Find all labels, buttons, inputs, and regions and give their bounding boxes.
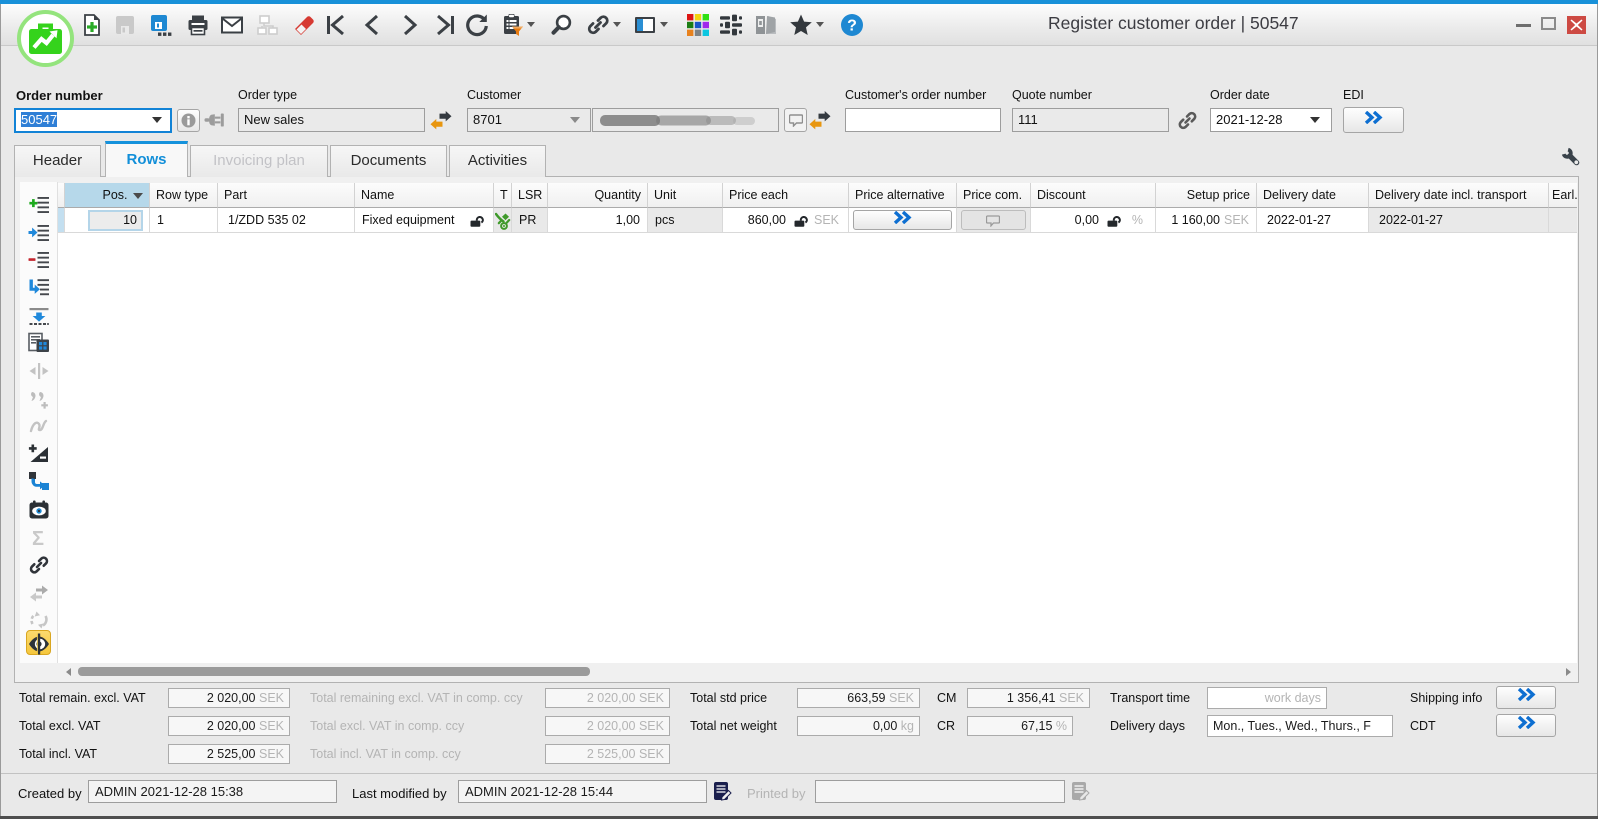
svg-text:Σ: Σ (32, 528, 44, 549)
svg-text:?: ? (847, 18, 857, 35)
